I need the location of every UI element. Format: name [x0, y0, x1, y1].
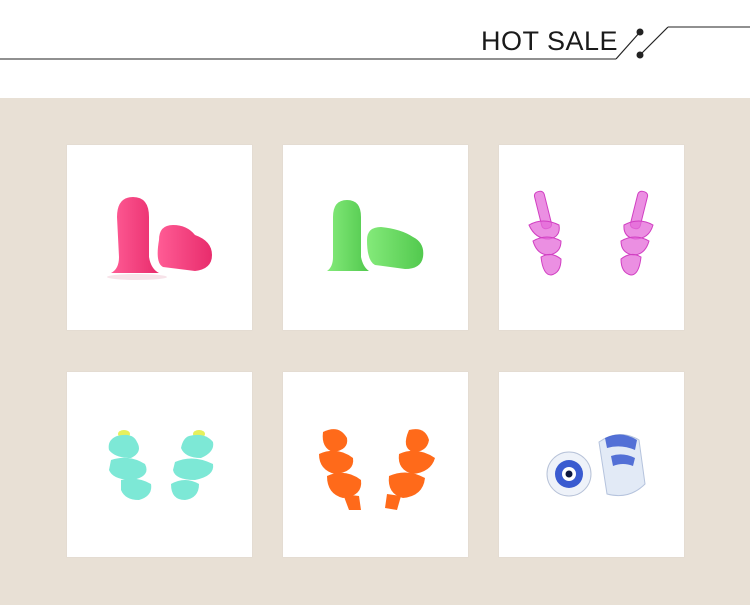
product-grid — [0, 98, 750, 605]
clear-blue-filter-earplugs-image — [546, 434, 646, 497]
magenta-silicone-earplugs-image — [528, 190, 654, 276]
mint-silicone-earplugs-image — [108, 430, 214, 500]
product-tile-mint-silicone-earplugs[interactable] — [67, 372, 252, 557]
header-line-decoration — [0, 26, 750, 60]
product-tile-magenta-silicone-earplugs[interactable] — [499, 145, 684, 330]
orange-silicone-earplugs-image — [319, 429, 435, 510]
green-foam-earplugs-image — [327, 200, 424, 271]
product-tile-green-foam-earplugs[interactable] — [283, 145, 468, 330]
page-title: HOT SALE — [481, 26, 619, 56]
header: HOT SALE — [0, 0, 750, 98]
product-tile-clear-blue-filter-earplugs[interactable] — [499, 372, 684, 557]
pink-foam-earplugs-image — [107, 197, 212, 280]
product-tile-orange-silicone-earplugs[interactable] — [283, 372, 468, 557]
product-tile-pink-foam-earplugs[interactable] — [67, 145, 252, 330]
